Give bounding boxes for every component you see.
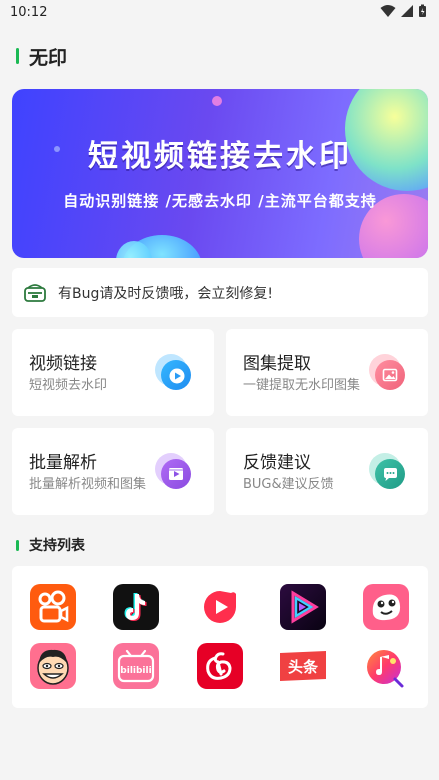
batch-parse-card[interactable]: 批量解析 批量解析视频和图集 bbox=[12, 428, 214, 515]
card-desc: 短视频去水印 bbox=[29, 378, 108, 393]
card-title: 图集提取 bbox=[243, 354, 311, 374]
battery-icon bbox=[419, 4, 426, 17]
status-bar: 10:12 bbox=[0, 0, 439, 26]
toutiao-logo-text: 头条 bbox=[288, 658, 319, 676]
section-accent-bar bbox=[16, 539, 19, 551]
kuaishou-icon[interactable] bbox=[30, 584, 76, 630]
zuiyou-icon[interactable] bbox=[30, 643, 76, 689]
bilibili-logo-text: bilibili bbox=[120, 666, 151, 676]
section-title: 支持列表 bbox=[29, 538, 85, 554]
image-icon bbox=[369, 354, 405, 390]
title-accent-bar bbox=[16, 48, 19, 64]
status-icons bbox=[380, 4, 427, 18]
wifi-icon bbox=[380, 5, 396, 17]
card-desc: 一键提取无水印图集 bbox=[243, 378, 361, 393]
douyin-icon[interactable] bbox=[113, 584, 159, 630]
pipixia-icon[interactable] bbox=[363, 584, 409, 630]
page-title: 无印 bbox=[29, 46, 68, 69]
bug-notice-icon bbox=[24, 283, 46, 302]
bilibili-icon[interactable]: bilibili bbox=[113, 643, 159, 689]
card-title: 批量解析 bbox=[29, 453, 97, 473]
support-list: bilibili 头条 bbox=[12, 566, 428, 708]
play-icon bbox=[155, 354, 191, 390]
banner-subtitle: 自动识别链接 /无感去水印 /主流平台都支持 bbox=[63, 192, 377, 210]
notice-text: 有Bug请及时反馈哦，会立刻修复! bbox=[58, 285, 273, 302]
video-app-icon[interactable] bbox=[280, 584, 326, 630]
card-desc: BUG&建议反馈 bbox=[243, 477, 334, 492]
banner-title: 短视频链接去水印 bbox=[88, 139, 352, 174]
page-header: 无印 bbox=[16, 44, 68, 69]
card-title: 视频链接 bbox=[29, 354, 97, 374]
netease-music-icon[interactable] bbox=[197, 643, 243, 689]
support-section-header: 支持列表 bbox=[16, 535, 85, 555]
notice-bar: 有Bug请及时反馈哦，会立刻修复! bbox=[12, 268, 428, 317]
card-desc: 批量解析视频和图集 bbox=[29, 477, 147, 492]
chat-bubble-icon bbox=[369, 453, 405, 489]
toutiao-icon[interactable]: 头条 bbox=[280, 643, 326, 689]
promo-banner[interactable]: 短视频链接去水印 自动识别链接 /无感去水印 /主流平台都支持 bbox=[12, 89, 428, 258]
card-title: 反馈建议 bbox=[243, 453, 311, 473]
music-app-icon[interactable] bbox=[363, 643, 409, 689]
album-extract-card[interactable]: 图集提取 一键提取无水印图集 bbox=[226, 329, 428, 416]
feedback-card[interactable]: 反馈建议 BUG&建议反馈 bbox=[226, 428, 428, 515]
weishi-icon[interactable] bbox=[197, 584, 243, 630]
video-link-card[interactable]: 视频链接 短视频去水印 bbox=[12, 329, 214, 416]
status-time: 10:12 bbox=[10, 5, 48, 20]
video-batch-icon bbox=[155, 453, 191, 489]
signal-icon bbox=[401, 5, 413, 17]
